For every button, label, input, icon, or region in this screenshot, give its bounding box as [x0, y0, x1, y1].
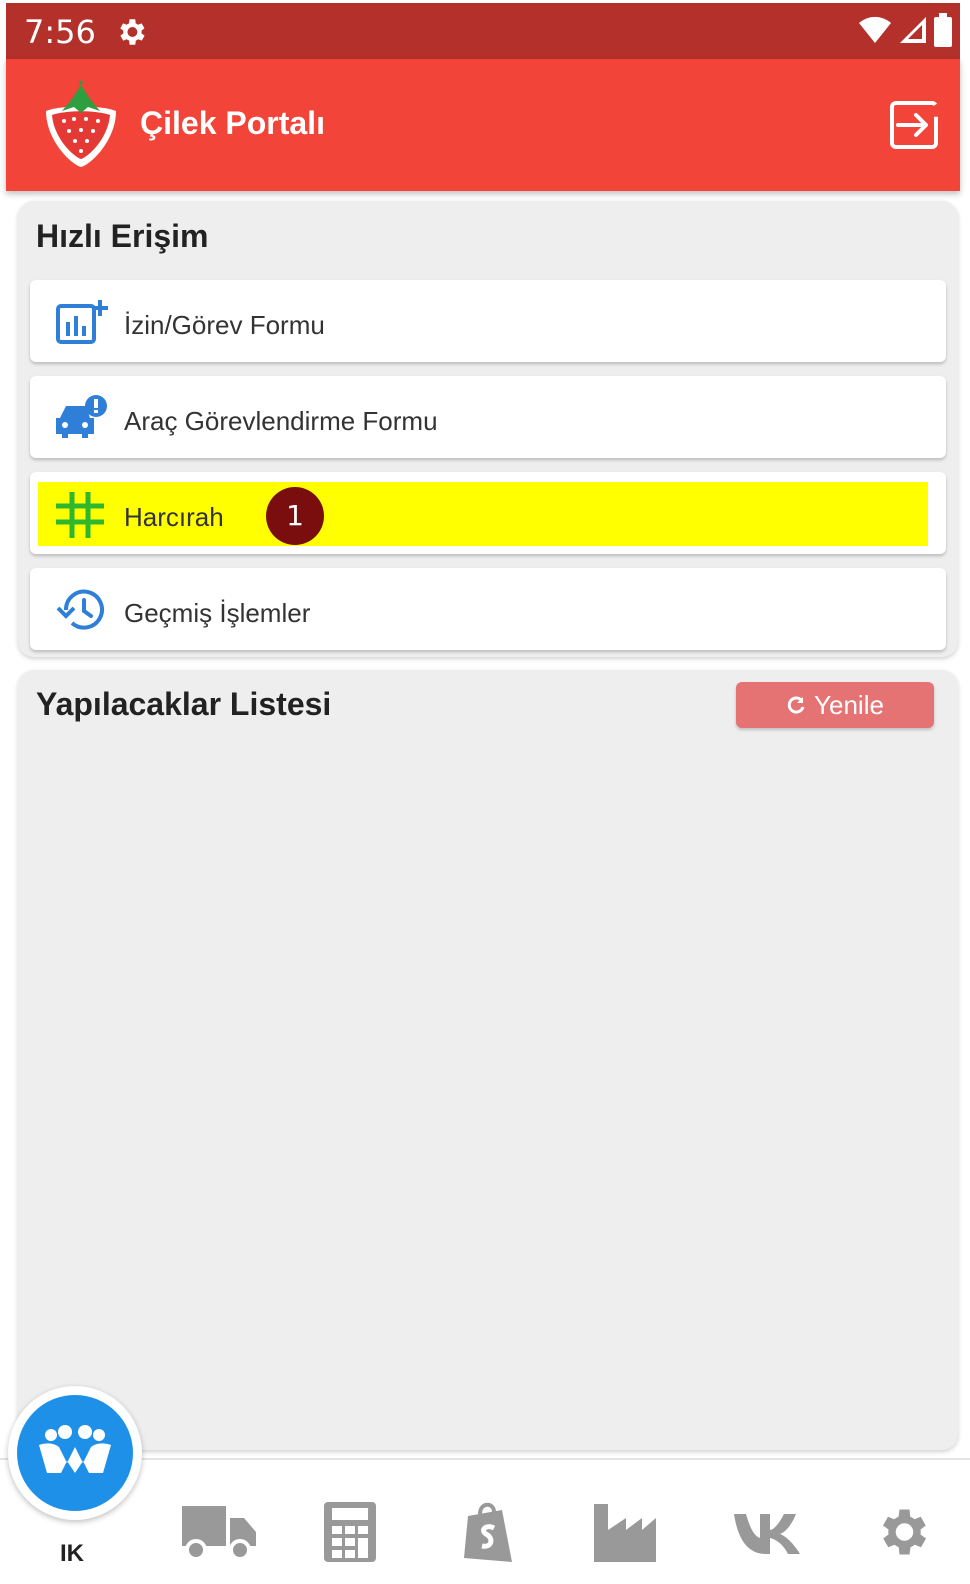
hashtag-icon — [56, 492, 104, 538]
car-alert-icon — [56, 395, 107, 438]
refresh-label: Yenile — [814, 689, 884, 720]
strawberry-logo-icon — [46, 81, 116, 167]
gear-icon[interactable] — [872, 1500, 932, 1564]
status-time: 7:56 — [24, 13, 96, 51]
app-bar: Çilek Portalı — [6, 59, 960, 191]
todo-card — [18, 670, 958, 1450]
calculator-icon[interactable] — [322, 1500, 378, 1564]
shopify-bag-icon[interactable] — [462, 1500, 516, 1564]
step-badge: 1 — [266, 487, 324, 545]
ik-fab — [17, 1395, 133, 1511]
battery-icon — [934, 13, 952, 47]
vk-icon[interactable] — [732, 1500, 802, 1564]
ik-nav-button[interactable] — [8, 1386, 142, 1520]
quick-item-label: İzin/Görev Formu — [124, 310, 325, 340]
todo-title: Yapılacaklar Listesi — [36, 686, 332, 722]
signal-icon — [900, 17, 926, 43]
app-title: Çilek Portalı — [140, 105, 325, 141]
status-bar: 7:56 — [6, 3, 960, 59]
quick-access-title: Hızlı Erişim — [36, 218, 209, 254]
quick-item-label: Geçmiş İşlemler — [124, 598, 311, 628]
refresh-button[interactable]: Yenile — [736, 682, 934, 728]
history-icon — [56, 589, 104, 630]
quick-item-gecmis-islemler[interactable]: Geçmiş İşlemler — [30, 568, 946, 650]
quick-item-label: Araç Görevlendirme Formu — [124, 406, 438, 436]
status-icons — [858, 13, 952, 47]
people-icon — [39, 1425, 111, 1473]
settings-gear-icon — [120, 19, 145, 45]
quick-item-arac-gorevlendirme[interactable]: Araç Görevlendirme Formu — [30, 376, 946, 458]
quick-item-izin-gorev[interactable]: İzin/Görev Formu — [30, 280, 946, 362]
wifi-icon — [859, 16, 891, 43]
quick-item-harcirah[interactable]: Harcırah 1 — [30, 472, 946, 554]
refresh-icon — [787, 696, 805, 714]
quick-item-label: Harcırah — [124, 502, 224, 532]
factory-icon[interactable] — [592, 1500, 658, 1564]
chart-add-icon — [56, 300, 108, 344]
ik-nav-label: IK — [60, 1540, 84, 1567]
truck-icon[interactable] — [180, 1500, 258, 1564]
logout-icon[interactable] — [888, 99, 940, 151]
